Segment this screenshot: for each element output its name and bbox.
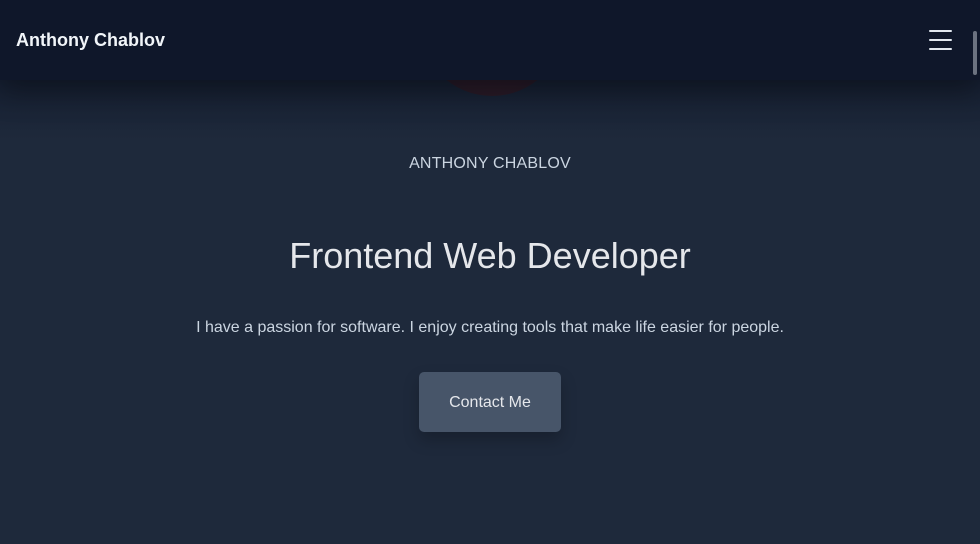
site-header: Anthony Chablov [0, 0, 980, 80]
hero-eyebrow: ANTHONY CHABLOV [409, 155, 571, 172]
hero-description: I have a passion for software. I enjoy c… [196, 319, 784, 336]
menu-line-top [929, 30, 952, 32]
hamburger-menu-icon[interactable] [927, 27, 954, 53]
portfolio-page: Anthony Chablov ANTHONY CHABLOV Frontend… [0, 0, 980, 544]
header-shadow [0, 80, 980, 140]
site-brand[interactable]: Anthony Chablov [16, 29, 165, 51]
contact-me-button[interactable]: Contact Me [419, 372, 561, 432]
menu-line-middle [929, 39, 952, 41]
menu-line-bottom [929, 48, 952, 50]
page-scrollbar[interactable] [973, 31, 977, 75]
hero-title: Frontend Web Developer [289, 235, 691, 277]
